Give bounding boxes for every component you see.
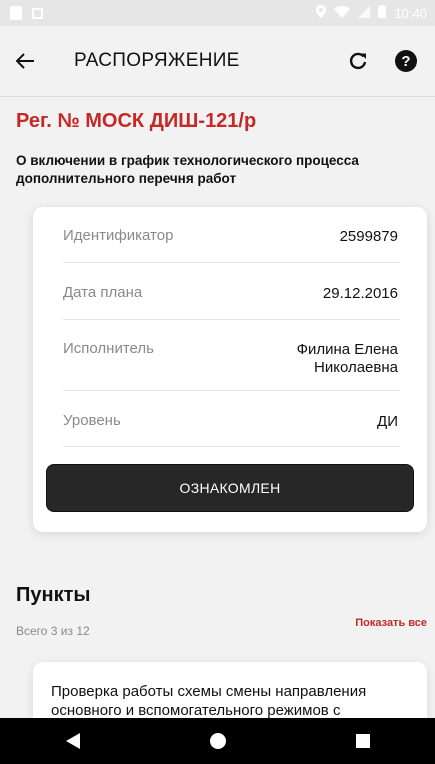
acknowledge-button[interactable]: ОЗНАКОМЛЕН xyxy=(46,464,414,512)
point-item-card[interactable]: Проверка работы схемы смены направления … xyxy=(33,662,427,722)
detail-row-executor: Исполнитель Филина Елена Николаевна xyxy=(63,320,400,391)
sim-icon xyxy=(10,6,22,20)
status-left xyxy=(10,6,43,20)
battery-icon xyxy=(378,5,387,21)
detail-row-level: Уровень ДИ xyxy=(63,391,400,447)
status-bar: 10:40 xyxy=(0,0,435,26)
navigation-bar xyxy=(0,718,435,764)
section-title-points: Пункты xyxy=(16,584,91,606)
refresh-button[interactable] xyxy=(345,48,371,74)
notification-icon xyxy=(32,7,43,19)
nav-home-button[interactable] xyxy=(198,721,238,761)
details-card: Идентификатор 2599879 Дата плана 29.12.2… xyxy=(33,207,427,532)
back-arrow-icon xyxy=(16,53,34,69)
app-bar-actions: ? xyxy=(345,48,419,74)
detail-value-line1: Филина Елена xyxy=(296,341,398,358)
point-item-text: Проверка работы схемы смены направления … xyxy=(51,683,367,719)
nav-home-icon xyxy=(209,733,226,749)
detail-label: Уровень xyxy=(63,412,121,429)
nav-recents-icon xyxy=(355,734,370,748)
help-icon: ? xyxy=(395,50,417,72)
detail-value: 2599879 xyxy=(339,228,398,245)
page-title: РАСПОРЯЖЕНИЕ xyxy=(74,50,240,71)
location-icon xyxy=(316,5,327,21)
signal-icon xyxy=(358,5,371,21)
document-subtitle: О включении в график технологического пр… xyxy=(16,153,359,186)
refresh-icon xyxy=(349,52,367,70)
detail-label: Дата плана xyxy=(63,284,143,301)
registration-number: Рег. № МОСК ДИШ-121/р xyxy=(16,110,257,132)
detail-row-date: Дата плана 29.12.2016 xyxy=(63,263,400,320)
nav-back-button[interactable] xyxy=(53,721,93,761)
detail-label: Идентификатор xyxy=(63,227,174,244)
detail-value: 29.12.2016 xyxy=(322,285,398,302)
wifi-icon xyxy=(334,5,351,21)
detail-value-line2: Николаевна xyxy=(314,359,398,376)
app-bar-divider xyxy=(0,96,435,97)
status-right: 10:40 xyxy=(316,5,427,21)
help-button[interactable]: ? xyxy=(393,48,419,74)
points-count: Всего 3 из 12 xyxy=(16,624,90,638)
detail-label: Исполнитель xyxy=(63,340,154,357)
show-all-link[interactable]: Показать все xyxy=(355,617,427,629)
detail-value: ДИ xyxy=(377,413,398,430)
nav-back-icon xyxy=(65,733,80,749)
status-time: 10:40 xyxy=(394,5,427,21)
back-button[interactable] xyxy=(16,46,46,76)
detail-row-id: Идентификатор 2599879 xyxy=(63,207,400,263)
app-bar: РАСПОРЯЖЕНИЕ ? xyxy=(0,26,435,96)
nav-recents-button[interactable] xyxy=(343,721,383,761)
